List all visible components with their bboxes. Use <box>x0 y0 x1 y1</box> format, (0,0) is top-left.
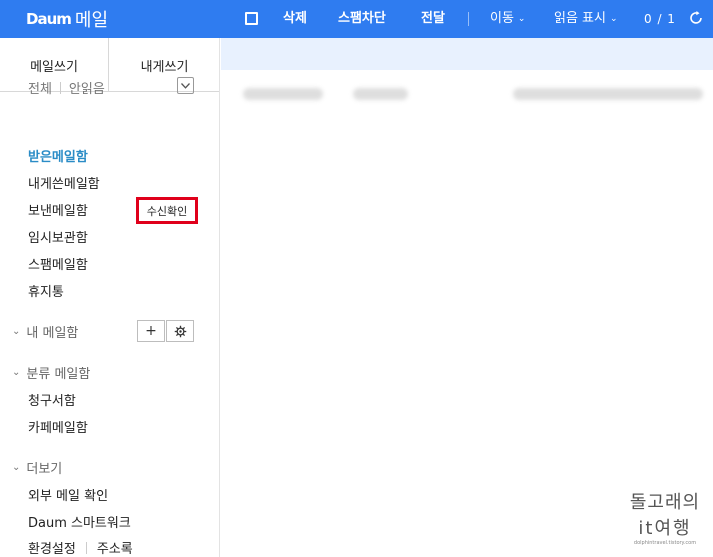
mail-filter: 전체 안읽음 <box>28 78 105 97</box>
mailbox-settings-button[interactable] <box>166 320 194 342</box>
mailbox-spam[interactable]: 스팸메일함 <box>28 254 88 273</box>
filter-toggle-button[interactable] <box>177 77 194 94</box>
forward-button[interactable]: 전달 <box>421 0 445 38</box>
my-mailbox-section[interactable]: ⌄ 내 메일함 <box>12 322 78 341</box>
blurred-sender <box>243 88 323 100</box>
chevron-down-icon: ⌄ <box>609 14 618 24</box>
toolbar-divider <box>468 12 469 26</box>
blurred-subject <box>353 88 408 100</box>
filter-divider <box>59 81 61 94</box>
top-header: Daum 메일 삭제 스팸차단 전달 이동 ⌄ 읽음 표시 ⌄ 0 / 1 <box>0 0 713 38</box>
mail-list-toolbar <box>221 38 713 70</box>
select-all-checkbox[interactable] <box>245 12 258 25</box>
footer-divider <box>85 541 87 554</box>
mark-read-dropdown[interactable]: 읽음 표시 ⌄ <box>554 0 618 38</box>
add-mailbox-button[interactable]: + <box>137 320 165 342</box>
mailbox-sent[interactable]: 보낸메일함 <box>28 200 88 219</box>
mailbox-drafts[interactable]: 임시보관함 <box>28 227 88 246</box>
settings-link[interactable]: 환경설정 <box>28 538 76 557</box>
watermark-line2: it여행 <box>638 518 692 539</box>
write-to-self-button[interactable]: 내게쓰기 <box>110 38 219 92</box>
address-book-link[interactable]: 주소록 <box>97 538 133 557</box>
read-receipt-button[interactable]: 수신확인 <box>136 197 198 224</box>
external-mail-check-link[interactable]: 외부 메일 확인 <box>28 485 108 504</box>
blurred-preview <box>513 88 703 100</box>
chevron-down-icon: ⌄ <box>12 326 21 337</box>
more-section[interactable]: ⌄ 더보기 <box>12 458 62 477</box>
delete-button[interactable]: 삭제 <box>283 0 307 38</box>
mail-list-area <box>221 38 713 557</box>
category-mailbox-label: 분류 메일함 <box>26 367 91 382</box>
mailbox-trash[interactable]: 휴지통 <box>28 281 64 300</box>
move-label: 이동 <box>490 11 514 26</box>
mail-counter: 0 / 1 <box>644 12 676 26</box>
mail-logo-text: 메일 <box>74 10 109 31</box>
chevron-down-icon: ⌄ <box>517 14 526 24</box>
chevron-down-icon <box>181 82 190 89</box>
gear-icon <box>174 325 186 337</box>
watermark-url: dolphintravel.tistory.com <box>633 540 697 546</box>
mailbox-bills[interactable]: 청구서함 <box>28 390 76 409</box>
mark-read-label: 읽음 표시 <box>554 11 606 26</box>
mailbox-cafe[interactable]: 카페메일함 <box>28 417 88 436</box>
move-dropdown[interactable]: 이동 ⌄ <box>490 0 525 38</box>
my-mailbox-label: 내 메일함 <box>26 326 79 341</box>
watermark-line1: 돌고래의 <box>629 492 701 513</box>
filter-all[interactable]: 전체 <box>28 78 52 97</box>
chevron-down-icon: ⌄ <box>12 367 21 378</box>
sidebar-footer-links: 환경설정 주소록 <box>28 538 133 557</box>
daum-logo-text: Daum <box>26 10 72 28</box>
daum-smartwork-link[interactable]: Daum 스마트워크 <box>28 512 131 531</box>
filter-unread[interactable]: 안읽음 <box>69 78 105 97</box>
more-label: 더보기 <box>26 462 63 477</box>
plus-icon: + <box>145 323 157 339</box>
daum-mail-logo[interactable]: Daum 메일 <box>26 6 108 32</box>
category-mailbox-section[interactable]: ⌄ 분류 메일함 <box>12 363 90 382</box>
chevron-down-icon: ⌄ <box>12 462 21 473</box>
mailbox-inbox[interactable]: 받은메일함 <box>28 146 88 165</box>
mailbox-sent-to-self[interactable]: 내게쓴메일함 <box>28 173 100 192</box>
refresh-icon[interactable] <box>688 10 704 26</box>
blog-watermark: 돌고래의 it여행 dolphintravel.tistory.com <box>620 488 710 546</box>
spam-block-button[interactable]: 스팸차단 <box>338 0 386 38</box>
